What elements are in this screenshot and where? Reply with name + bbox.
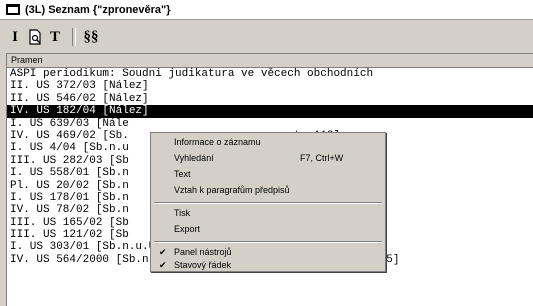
menu-separator xyxy=(154,202,382,204)
document-button[interactable] xyxy=(26,27,44,47)
column-header-pramen[interactable]: Pramen xyxy=(7,54,533,68)
menu-item-search-label: Vyhledání xyxy=(174,153,214,163)
toolbar: I T §§ xyxy=(0,25,533,49)
menu-item-info-label: Informace o záznamu xyxy=(174,137,261,147)
menu-item-export-label: Export xyxy=(174,224,201,234)
menu-item-info[interactable]: Informace o záznamu xyxy=(151,136,385,148)
info-button[interactable]: I xyxy=(6,27,24,47)
window-title: (3L) Seznam {"zpronevěra"} xyxy=(25,3,171,16)
menu-item-export[interactable]: Export xyxy=(151,223,385,235)
list-item[interactable]: IV. ÚS 182/04 [Nález] xyxy=(7,105,533,118)
menu-item-toolbar[interactable]: ✔ Panel nástrojů xyxy=(151,246,385,258)
paragraph-button[interactable]: §§ xyxy=(82,27,100,47)
list-item[interactable]: ASPI periodikum: Soudni judikatura ve vě… xyxy=(7,68,533,80)
menu-item-statusbar[interactable]: ✔ Stavový řádek xyxy=(151,259,385,271)
menu-item-toolbar-label: Panel nástrojů xyxy=(174,247,232,257)
menu-item-print[interactable]: Tisk xyxy=(151,207,385,219)
menu-item-search-shortcut: F7, Ctrl+W xyxy=(300,153,344,163)
menu-item-paragraph-label: Vztah k paragrafům předpisů xyxy=(174,185,290,195)
menu-item-statusbar-label: Stavový řádek xyxy=(174,260,232,270)
context-menu: Informace o záznamu Vyhledání F7, Ctrl+W… xyxy=(150,132,386,272)
title-bar: (3L) Seznam {"zpronevěra"} xyxy=(0,0,533,20)
list-item[interactable]: I. ÚS 639/03 [Nále xyxy=(7,118,533,130)
document-search-icon xyxy=(29,29,41,45)
toolbar-separator xyxy=(72,28,76,46)
list-item[interactable]: II. ÚS 372/03 [Nález] xyxy=(7,80,533,92)
menu-item-text-label: Text xyxy=(174,169,191,179)
menu-separator xyxy=(154,241,382,243)
menu-item-search[interactable]: Vyhledání F7, Ctrl+W xyxy=(151,152,385,164)
list-item[interactable]: II. ÚS 546/02 [Nález] xyxy=(7,93,533,105)
check-icon: ✔ xyxy=(159,247,167,257)
menu-item-paragraph[interactable]: Vztah k paragrafům předpisů xyxy=(151,184,385,196)
text-button[interactable]: T xyxy=(46,27,64,47)
menu-item-print-label: Tisk xyxy=(174,208,191,218)
menu-item-text[interactable]: Text xyxy=(151,168,385,180)
window-icon xyxy=(6,4,20,15)
check-icon: ✔ xyxy=(159,260,167,270)
